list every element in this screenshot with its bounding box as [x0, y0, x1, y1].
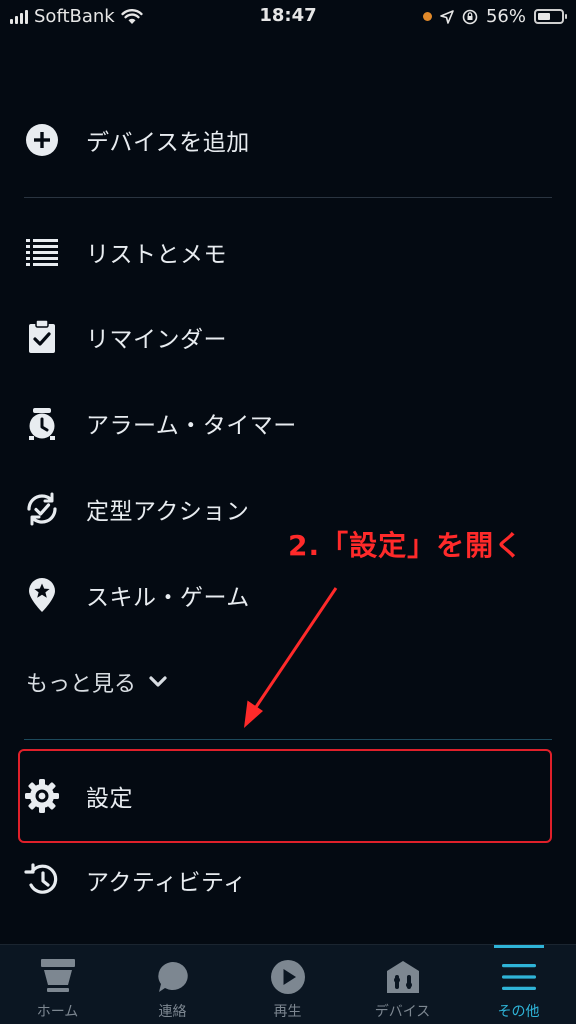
- devices-icon: [345, 957, 460, 997]
- tab-home[interactable]: ホーム: [0, 945, 115, 1024]
- tab-label-home: ホーム: [36, 1004, 79, 1020]
- chat-icon: [115, 957, 230, 997]
- screen: SoftBank 18:47 56% デバイスを追加 リストとメモ リマインダー…: [0, 0, 576, 1024]
- tab-more[interactable]: その他: [461, 945, 576, 1024]
- home-icon: [0, 957, 115, 997]
- tab-label-communicate: 連絡: [158, 1004, 187, 1020]
- tab-play[interactable]: 再生: [230, 945, 345, 1024]
- tab-label-more: その他: [497, 1004, 540, 1020]
- annotation-arrow-icon: [244, 587, 338, 728]
- tab-devices[interactable]: デバイス: [345, 945, 460, 1024]
- more-icon: [461, 957, 576, 997]
- tab-bar: ホーム 連絡 再生 デバイス その他: [0, 944, 576, 1024]
- tab-communicate[interactable]: 連絡: [115, 945, 230, 1024]
- play-icon: [230, 957, 345, 997]
- tab-label-play: 再生: [273, 1004, 302, 1020]
- tab-label-devices: デバイス: [374, 1004, 431, 1020]
